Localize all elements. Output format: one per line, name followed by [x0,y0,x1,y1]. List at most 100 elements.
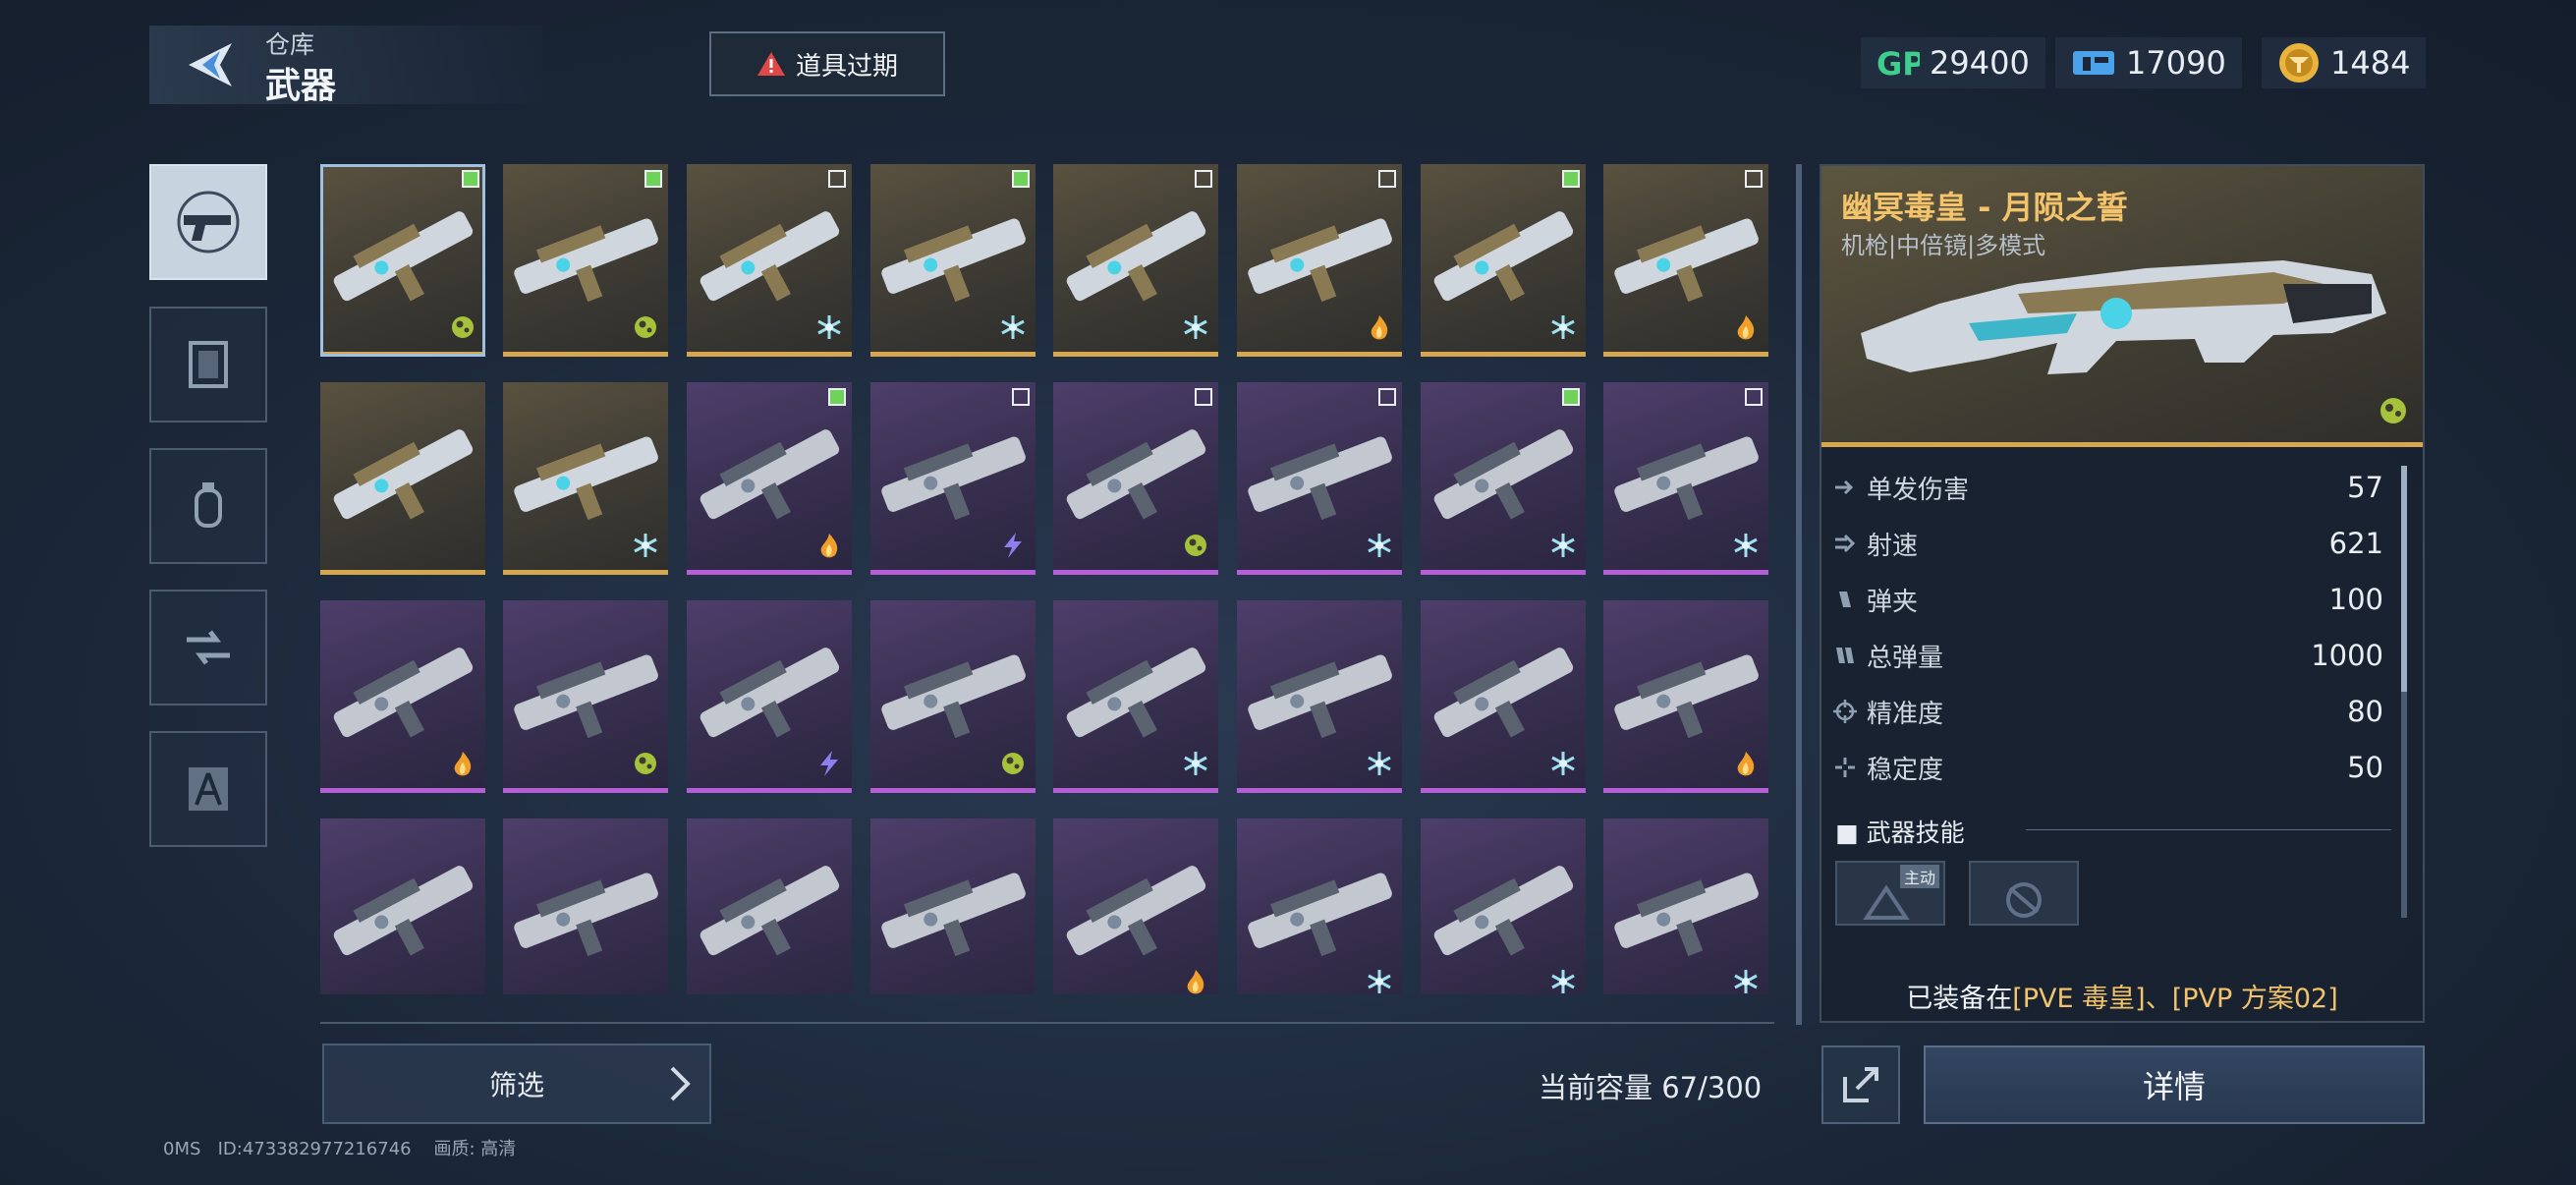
chevron-right-icon [670,1066,691,1101]
select-checkbox[interactable] [1378,388,1396,406]
warning-icon [756,52,785,76]
frost-element-icon [817,315,841,339]
weapon-slot[interactable] [503,600,668,793]
weapon-slot[interactable] [320,818,485,994]
back-button[interactable] [181,37,240,92]
weapon-slot[interactable] [1237,600,1402,793]
weapon-slot[interactable] [320,382,485,575]
stat-value: 100 [2328,583,2383,616]
weapon-slot[interactable] [1237,382,1402,575]
filter-button[interactable]: 筛选 [322,1044,711,1124]
weapon-slot[interactable] [1421,164,1586,357]
weapon-slot[interactable] [687,600,852,793]
weapon-slot[interactable] [503,818,668,994]
tab-parts[interactable] [149,590,267,705]
select-checkbox[interactable] [1195,388,1212,406]
frost-element-icon [1551,752,1575,775]
frost-element-icon [1734,534,1758,557]
select-checkbox[interactable] [1562,388,1580,406]
weapon-slot[interactable] [687,164,852,357]
weapon-slot[interactable] [320,600,485,793]
skill-slot-passive[interactable] [1969,861,2079,926]
item-expired-button[interactable]: 道具过期 [709,31,945,96]
weapon-slot[interactable] [1421,818,1586,994]
tab-blueprints[interactable] [149,731,267,847]
select-checkbox[interactable] [1745,388,1763,406]
skill-slot-active[interactable]: 主动 [1835,861,1945,926]
weapon-skills-title: ■ 武器技能 [1835,818,1965,847]
gear-swap-icon [187,630,230,665]
weapon-slot[interactable] [870,382,1036,575]
frost-element-icon [1184,315,1207,339]
weapon-skills-label: 武器技能 [1866,818,1965,847]
lightning-element-icon [820,751,838,776]
select-checkbox[interactable] [1012,170,1030,188]
item-expired-label: 道具过期 [795,51,898,82]
weapon-slot[interactable] [1421,382,1586,575]
bio-element-icon [635,753,656,774]
tab-weapons[interactable] [149,164,267,280]
fire-element-icon [1737,315,1755,340]
weapon-slot[interactable] [1603,818,1768,994]
stat-value: 621 [2328,527,2383,560]
weapon-slot[interactable] [503,382,668,575]
tab-throwables[interactable] [149,448,267,564]
weapon-slot[interactable] [1237,164,1402,357]
select-checkbox[interactable] [1378,170,1396,188]
stat-label: 总弹量 [1833,638,2311,674]
select-checkbox[interactable] [644,170,662,188]
fire-element-icon [820,534,838,558]
weapon-slot[interactable] [1237,818,1402,994]
select-checkbox[interactable] [1745,170,1763,188]
stat-label-text: 弹夹 [1867,587,1919,617]
panel-scroll-thumb[interactable] [2401,466,2407,692]
select-checkbox[interactable] [828,388,846,406]
detail-button-label: 详情 [2142,1068,2206,1105]
weapon-slot[interactable] [1053,600,1218,793]
weapon-slot[interactable] [320,164,485,357]
stat-label-text: 稳定度 [1867,755,1944,785]
weapon-slot[interactable] [687,382,852,575]
bio-element-icon [452,316,474,338]
detail-button[interactable]: 详情 [1924,1045,2425,1124]
pistol-icon [177,191,240,254]
select-checkbox[interactable] [462,170,479,188]
stat-label-text: 精准度 [1867,699,1944,729]
breadcrumb-parent: 仓库 [265,30,315,59]
stat-value: 50 [2347,751,2383,784]
frost-element-icon [1368,970,1391,993]
weapon-slot[interactable] [503,164,668,357]
weapon-slot[interactable] [1603,600,1768,793]
weapon-image [333,866,474,956]
weapon-slot[interactable] [1603,164,1768,357]
stability-icon [1835,758,1855,777]
weapon-slot[interactable] [870,164,1036,357]
weapon-slot[interactable] [1053,164,1218,357]
weapon-image [333,429,474,520]
select-checkbox[interactable] [1562,170,1580,188]
equipped-prefix: 已装备在 [1906,984,2013,1014]
grid-scrollbar[interactable] [1796,164,1802,1025]
stat-label: 单发伤害 [1833,470,2347,506]
fire-element-icon [1371,315,1388,340]
share-icon [1843,1067,1878,1102]
select-checkbox[interactable] [828,170,846,188]
weapon-image [881,873,1026,957]
stat-value: 1000 [2311,639,2383,672]
weapon-slot[interactable] [1053,382,1218,575]
weapon-slot[interactable] [870,818,1036,994]
select-checkbox[interactable] [1195,170,1212,188]
weapon-slot[interactable] [687,818,852,994]
skills-divider [2026,829,2391,830]
weapon-slot[interactable] [1421,600,1586,793]
gp-coin-icon: GP [1876,45,1920,83]
weapon-slot[interactable] [870,600,1036,793]
select-checkbox[interactable] [1012,388,1030,406]
frost-element-icon [1551,315,1575,339]
tab-cards[interactable] [149,307,267,423]
equipped-loadouts: [PVE 毒皇]、[PVP 方案02] [2012,984,2338,1014]
share-button[interactable] [1821,1045,1900,1124]
weapon-slot[interactable] [1053,818,1218,994]
weapon-slot[interactable] [1603,382,1768,575]
footer-info: 0MS ID:473382977216746 画质: 高清 [163,1135,516,1160]
